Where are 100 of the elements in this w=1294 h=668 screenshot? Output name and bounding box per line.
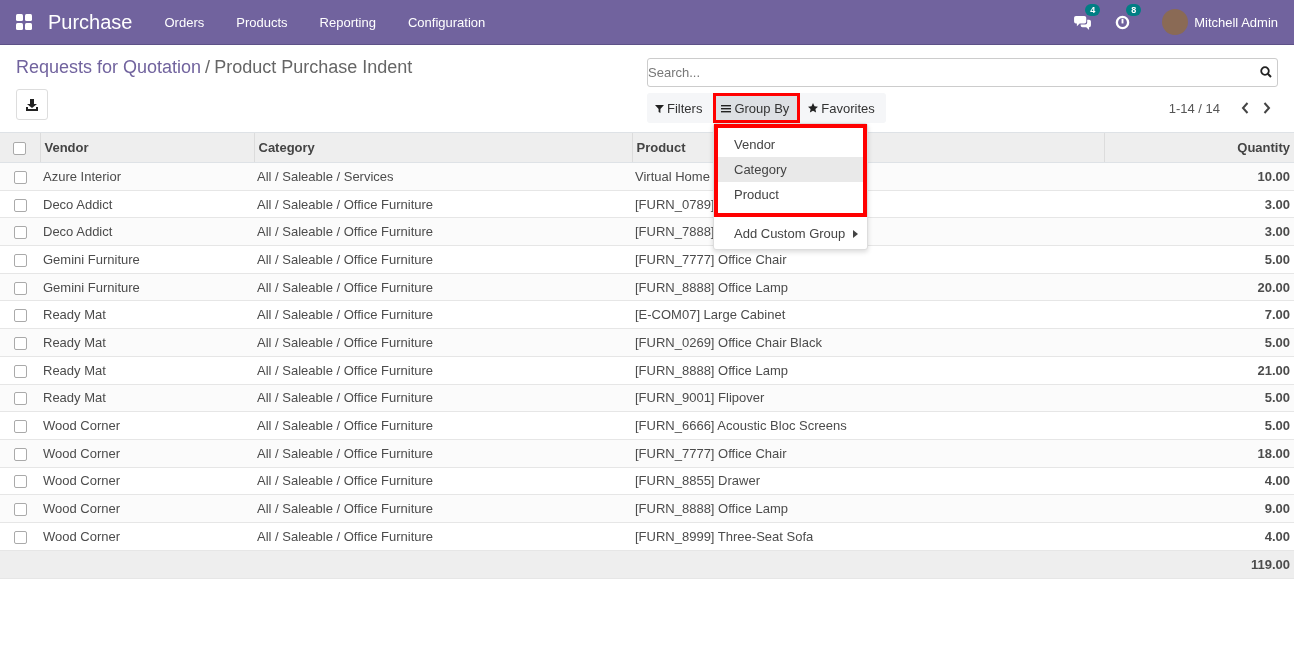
breadcrumb-separator: / — [205, 57, 211, 78]
row-checkbox[interactable] — [13, 309, 27, 323]
search-option-button[interactable]: Group By — [713, 93, 801, 123]
menu-item[interactable]: Products — [236, 14, 288, 30]
user-name[interactable]: Mitchell Admin — [1194, 14, 1278, 30]
table-cell: All / Saleable / Office Furniture — [254, 439, 632, 468]
custom-group-item[interactable]: Add Custom Group — [734, 226, 846, 241]
funnel-icon — [655, 103, 664, 113]
table-cell: [FURN_8888] Office Lamp — [632, 356, 1104, 384]
search-option-button[interactable]: Filters — [647, 93, 714, 123]
table-cell: Gemini Furniture — [40, 273, 254, 301]
table-cell: Wood Corner — [40, 439, 254, 468]
table-cell: All / Saleable / Office Furniture — [254, 384, 632, 412]
table-cell: [FURN_8888] Office Lamp — [632, 494, 1104, 523]
table-cell: All / Saleable / Services — [254, 162, 632, 191]
search-icon[interactable] — [1260, 66, 1272, 78]
column-header[interactable]: Quantity — [1104, 133, 1294, 163]
table-cell: [FURN_9001] Flipover — [632, 384, 1104, 412]
table-cell: [E-COM07] Large Cabinet — [632, 300, 1104, 329]
row-checkbox[interactable] — [13, 420, 27, 434]
table-cell: Wood Corner — [40, 522, 254, 551]
search-field[interactable]: Search... — [647, 58, 1278, 87]
row-checkbox[interactable] — [13, 447, 27, 461]
table-cell: [FURN_8999] Three-Seat Sofa — [632, 522, 1104, 551]
table-cell: Gemini Furniture — [40, 245, 254, 274]
app-name[interactable]: Purchase — [48, 10, 133, 34]
table-cell: All / Saleable / Office Furniture — [254, 494, 632, 523]
table-cell: Wood Corner — [40, 467, 254, 495]
breadcrumb-link[interactable]: Requests for Quotation — [16, 57, 202, 78]
row-checkbox[interactable] — [13, 226, 27, 240]
table-cell: 5.00 — [1104, 411, 1294, 440]
table-cell: Ready Mat — [40, 328, 254, 357]
table-cell: 5.00 — [1104, 328, 1294, 357]
table-cell: 4.00 — [1104, 522, 1294, 551]
total-cell: 119.00 — [1104, 550, 1294, 579]
row-checkbox[interactable] — [13, 198, 27, 212]
table-cell: 3.00 — [1104, 217, 1294, 246]
table-cell: All / Saleable / Office Furniture — [254, 522, 632, 551]
row-checkbox[interactable] — [13, 253, 27, 267]
table-cell: All / Saleable / Office Furniture — [254, 245, 632, 274]
table-cell: 21.00 — [1104, 356, 1294, 384]
table-cell: [FURN_6666] Acoustic Bloc Screens — [632, 411, 1104, 440]
row-checkbox[interactable] — [13, 530, 27, 544]
menu-item[interactable]: Configuration — [407, 14, 486, 30]
row-checkbox[interactable] — [13, 503, 27, 517]
caret-icon — [853, 229, 859, 238]
table-cell: All / Saleable / Office Furniture — [254, 300, 632, 329]
table-cell: 20.00 — [1104, 273, 1294, 301]
table-cell: [FURN_0269] Office Chair Black — [632, 328, 1104, 357]
table-cell: All / Saleable / Office Furniture — [254, 190, 632, 218]
table-cell: Wood Corner — [40, 494, 254, 523]
row-checkbox[interactable] — [13, 364, 27, 378]
select-all-checkbox[interactable] — [13, 142, 27, 156]
row-checkbox[interactable] — [13, 392, 27, 406]
row-checkbox[interactable] — [13, 170, 27, 184]
chat-bubbles-icon[interactable] — [1074, 14, 1092, 30]
group-by-option[interactable]: Vendor — [718, 132, 863, 157]
table-cell: 4.00 — [1104, 467, 1294, 495]
table-cell: Deco Addict — [40, 190, 254, 218]
apps-grid-icon[interactable] — [16, 14, 32, 30]
table-cell: 9.00 — [1104, 494, 1294, 523]
star-icon — [808, 103, 819, 113]
clock-icon[interactable] — [1115, 14, 1131, 30]
table-cell: All / Saleable / Office Furniture — [254, 217, 632, 246]
row-checkbox[interactable] — [13, 337, 27, 350]
table-cell: Ready Mat — [40, 384, 254, 412]
download-button[interactable] — [16, 89, 48, 120]
table-cell: [FURN_8855] Drawer — [632, 467, 1104, 495]
pager-value: 1-14 / 14 — [1168, 100, 1220, 116]
table-cell: 10.00 — [1104, 162, 1294, 191]
message-count-badge: 4 — [1085, 3, 1101, 16]
row-checkbox[interactable] — [13, 475, 27, 489]
menu-item[interactable]: Orders — [164, 14, 205, 30]
table-cell: 5.00 — [1104, 245, 1294, 274]
table-cell: 3.00 — [1104, 190, 1294, 218]
table-cell: 18.00 — [1104, 439, 1294, 468]
download-icon — [26, 98, 38, 111]
column-header[interactable]: Category — [254, 133, 632, 163]
table-cell: All / Saleable / Office Furniture — [254, 356, 632, 384]
activity-count-badge: 8 — [1126, 3, 1142, 16]
menu-item[interactable]: Reporting — [319, 14, 376, 30]
table-cell: [FURN_8888] Office Lamp — [632, 273, 1104, 301]
table-cell: All / Saleable / Office Furniture — [254, 411, 632, 440]
table-cell: 5.00 — [1104, 384, 1294, 412]
group-by-option[interactable]: Category — [718, 157, 863, 182]
table-cell: All / Saleable / Office Furniture — [254, 467, 632, 495]
search-option-button[interactable]: Favorites — [800, 93, 886, 123]
column-header[interactable]: Vendor — [40, 133, 254, 163]
table-cell: [FURN_7777] Office Chair — [632, 439, 1104, 468]
row-checkbox[interactable] — [13, 281, 27, 295]
table-cell: Ready Mat — [40, 356, 254, 384]
next-page-icon[interactable] — [1263, 102, 1271, 114]
table-cell: Wood Corner — [40, 411, 254, 440]
table-cell: All / Saleable / Office Furniture — [254, 328, 632, 357]
list-lines-icon — [721, 103, 732, 113]
table-cell: 7.00 — [1104, 300, 1294, 329]
page-title: Product Purchase Indent — [214, 57, 413, 78]
table-cell: Deco Addict — [40, 217, 254, 246]
previous-page-icon[interactable] — [1241, 102, 1249, 114]
table-cell: Ready Mat — [40, 300, 254, 329]
